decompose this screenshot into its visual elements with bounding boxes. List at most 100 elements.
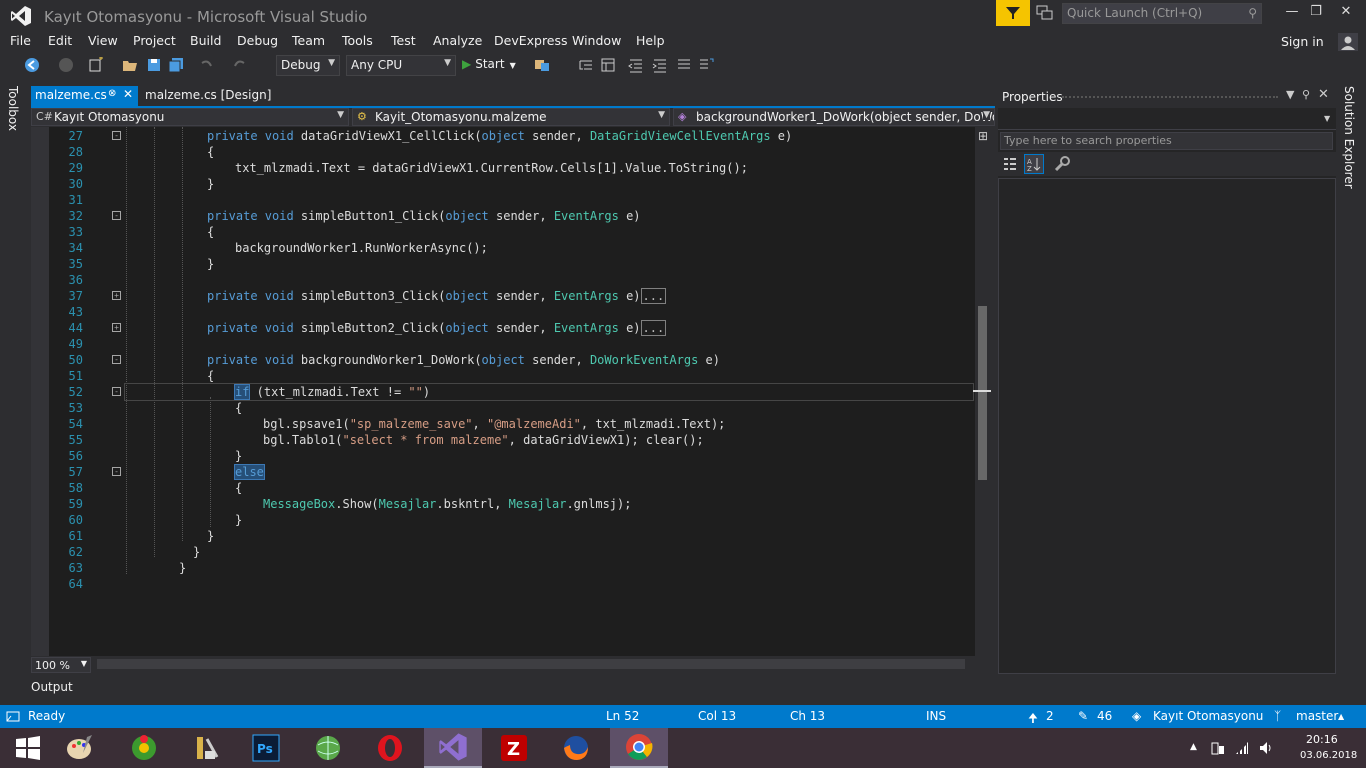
- menu-devexpress[interactable]: DevExpress: [494, 33, 568, 48]
- tab-malzeme-design[interactable]: malzeme.cs [Design]: [145, 88, 271, 102]
- code-line[interactable]: 54 bgl.spsave1("sp_malzeme_save", "@malze…: [31, 416, 975, 432]
- expand-icon[interactable]: +: [112, 291, 121, 300]
- properties-object-select[interactable]: [998, 108, 1336, 130]
- windows-start-button[interactable]: [0, 728, 56, 768]
- code-line[interactable]: 64: [31, 576, 975, 592]
- code-editor[interactable]: 27 - private void dataGridViewX1_CellClick…: [31, 127, 975, 656]
- uncomment-icon[interactable]: [698, 57, 714, 73]
- code-line[interactable]: 62}: [31, 544, 975, 560]
- code-line[interactable]: 43: [31, 304, 975, 320]
- user-icon[interactable]: [1337, 32, 1359, 52]
- property-pages-icon[interactable]: [1054, 155, 1072, 173]
- menu-help[interactable]: Help: [636, 33, 665, 48]
- back-icon[interactable]: [24, 57, 40, 73]
- categorized-icon[interactable]: [1002, 156, 1018, 172]
- taskbar-opera[interactable]: [362, 728, 418, 768]
- code-line[interactable]: 49: [31, 336, 975, 352]
- alphabetical-button[interactable]: AZ: [1024, 154, 1044, 174]
- sign-in-link[interactable]: Sign in: [1281, 34, 1324, 49]
- code-line[interactable]: 56}: [31, 448, 975, 464]
- tab-malzeme-cs[interactable]: malzeme.cs ⊗ ✕: [31, 86, 138, 106]
- menu-team[interactable]: Team: [292, 33, 325, 48]
- code-line[interactable]: 29 txt_mlzmadi.Text = dataGridViewX1.Curr…: [31, 160, 975, 176]
- taskbar-globe[interactable]: [300, 728, 356, 768]
- code-line[interactable]: 61}: [31, 528, 975, 544]
- menu-debug[interactable]: Debug: [237, 33, 278, 48]
- collapse-icon[interactable]: -: [112, 467, 121, 476]
- code-line[interactable]: 27 - private void dataGridViewX1_CellClick…: [31, 128, 975, 144]
- menu-tools[interactable]: Tools: [342, 33, 373, 48]
- menu-file[interactable]: File: [10, 33, 31, 48]
- open-folder-icon[interactable]: [122, 57, 138, 73]
- menu-project[interactable]: Project: [133, 33, 176, 48]
- clock-date[interactable]: 03.06.2018: [1300, 750, 1357, 761]
- code-line[interactable]: 30}: [31, 176, 975, 192]
- code-line[interactable]: 36: [31, 272, 975, 288]
- close-icon[interactable]: ✕: [1318, 87, 1329, 102]
- menu-build[interactable]: Build: [190, 33, 221, 48]
- toggle-view-icon[interactable]: [600, 57, 616, 73]
- configuration-select[interactable]: Debug ▼: [276, 55, 340, 76]
- code-line[interactable]: 52 - if (txt_mlzmadi.Text != ""): [31, 384, 975, 400]
- maximize-button[interactable]: ❐: [1304, 4, 1328, 24]
- indent-icon[interactable]: [652, 57, 668, 73]
- status-branch[interactable]: master: [1296, 709, 1338, 723]
- menu-edit[interactable]: Edit: [48, 33, 72, 48]
- comment-icon[interactable]: [676, 57, 692, 73]
- taskbar-app-green[interactable]: [116, 728, 172, 768]
- code-line[interactable]: 28 {: [31, 144, 975, 160]
- code-line[interactable]: 59 MessageBox.Show(Mesajlar.bskntrl, Mesa…: [31, 496, 975, 512]
- toolbox-tab[interactable]: Toolbox: [6, 86, 20, 131]
- taskbar-paint[interactable]: [52, 728, 108, 768]
- undo-icon[interactable]: [198, 57, 214, 73]
- code-line[interactable]: 51 {: [31, 368, 975, 384]
- save-icon[interactable]: [146, 57, 162, 73]
- vertical-scroll-thumb[interactable]: [978, 306, 987, 480]
- code-line[interactable]: 33 {: [31, 224, 975, 240]
- member-dropdown[interactable]: ◈ backgroundWorker1_DoWork(object sender…: [673, 108, 995, 126]
- platform-select[interactable]: Any CPU ▼: [346, 55, 456, 76]
- code-line[interactable]: 31: [31, 192, 975, 208]
- battery-icon[interactable]: [1210, 740, 1226, 756]
- step-into-icon[interactable]: [578, 57, 594, 73]
- clock-time[interactable]: 20:16: [1306, 733, 1338, 746]
- volume-icon[interactable]: [1258, 740, 1274, 756]
- taskbar-chrome[interactable]: [610, 728, 668, 768]
- taskbar-photoshop[interactable]: Ps: [238, 728, 294, 768]
- code-line[interactable]: 63}: [31, 560, 975, 576]
- redo-icon[interactable]: [232, 57, 248, 73]
- new-project-icon[interactable]: [88, 57, 104, 73]
- outdent-icon[interactable]: [628, 57, 644, 73]
- minimize-button[interactable]: —: [1280, 4, 1304, 24]
- code-line[interactable]: 50 - private void backgroundWorker1_DoWork…: [31, 352, 975, 368]
- status-repository[interactable]: Kayıt Otomasyonu: [1153, 709, 1263, 723]
- collapse-icon[interactable]: -: [112, 211, 121, 220]
- class-dropdown[interactable]: ⚙ Kayit_Otomasyonu.malzeme ▼: [352, 108, 670, 126]
- code-line[interactable]: 60}: [31, 512, 975, 528]
- code-line[interactable]: 44 + private void simpleButton2_Click(obje…: [31, 320, 975, 336]
- close-button[interactable]: ✕: [1334, 4, 1358, 24]
- tray-chevron-up-icon[interactable]: ▲: [1190, 742, 1197, 752]
- forward-icon[interactable]: [58, 57, 74, 73]
- menu-test[interactable]: Test: [391, 33, 416, 48]
- close-icon[interactable]: ✕: [123, 87, 133, 101]
- solution-explorer-tab[interactable]: Solution Explorer: [1342, 86, 1356, 189]
- code-line[interactable]: 58 {: [31, 480, 975, 496]
- quick-launch-input[interactable]: Quick Launch (Ctrl+Q) ⚲: [1062, 3, 1262, 24]
- pin-icon[interactable]: ⊗: [108, 88, 116, 99]
- code-line[interactable]: 53 {: [31, 400, 975, 416]
- taskbar-tools[interactable]: [178, 728, 234, 768]
- taskbar-visual-studio[interactable]: [424, 728, 482, 768]
- split-editor-icon[interactable]: ⊞: [976, 129, 990, 143]
- pin-icon[interactable]: ⚲: [1302, 88, 1310, 101]
- project-dropdown[interactable]: C# Kayıt Otomasyonu ▼: [31, 108, 349, 126]
- network-icon[interactable]: [1234, 740, 1250, 756]
- menu-window[interactable]: Window: [572, 33, 621, 48]
- notifications-icon[interactable]: [1036, 5, 1054, 21]
- code-line[interactable]: 37 + private void simpleButton3_Click(obje…: [31, 288, 975, 304]
- menu-analyze[interactable]: Analyze: [433, 33, 482, 48]
- collapse-icon[interactable]: -: [112, 355, 121, 364]
- zoom-select[interactable]: 100 % ▼: [31, 657, 91, 673]
- collapse-icon[interactable]: -: [112, 131, 121, 140]
- expand-icon[interactable]: +: [112, 323, 121, 332]
